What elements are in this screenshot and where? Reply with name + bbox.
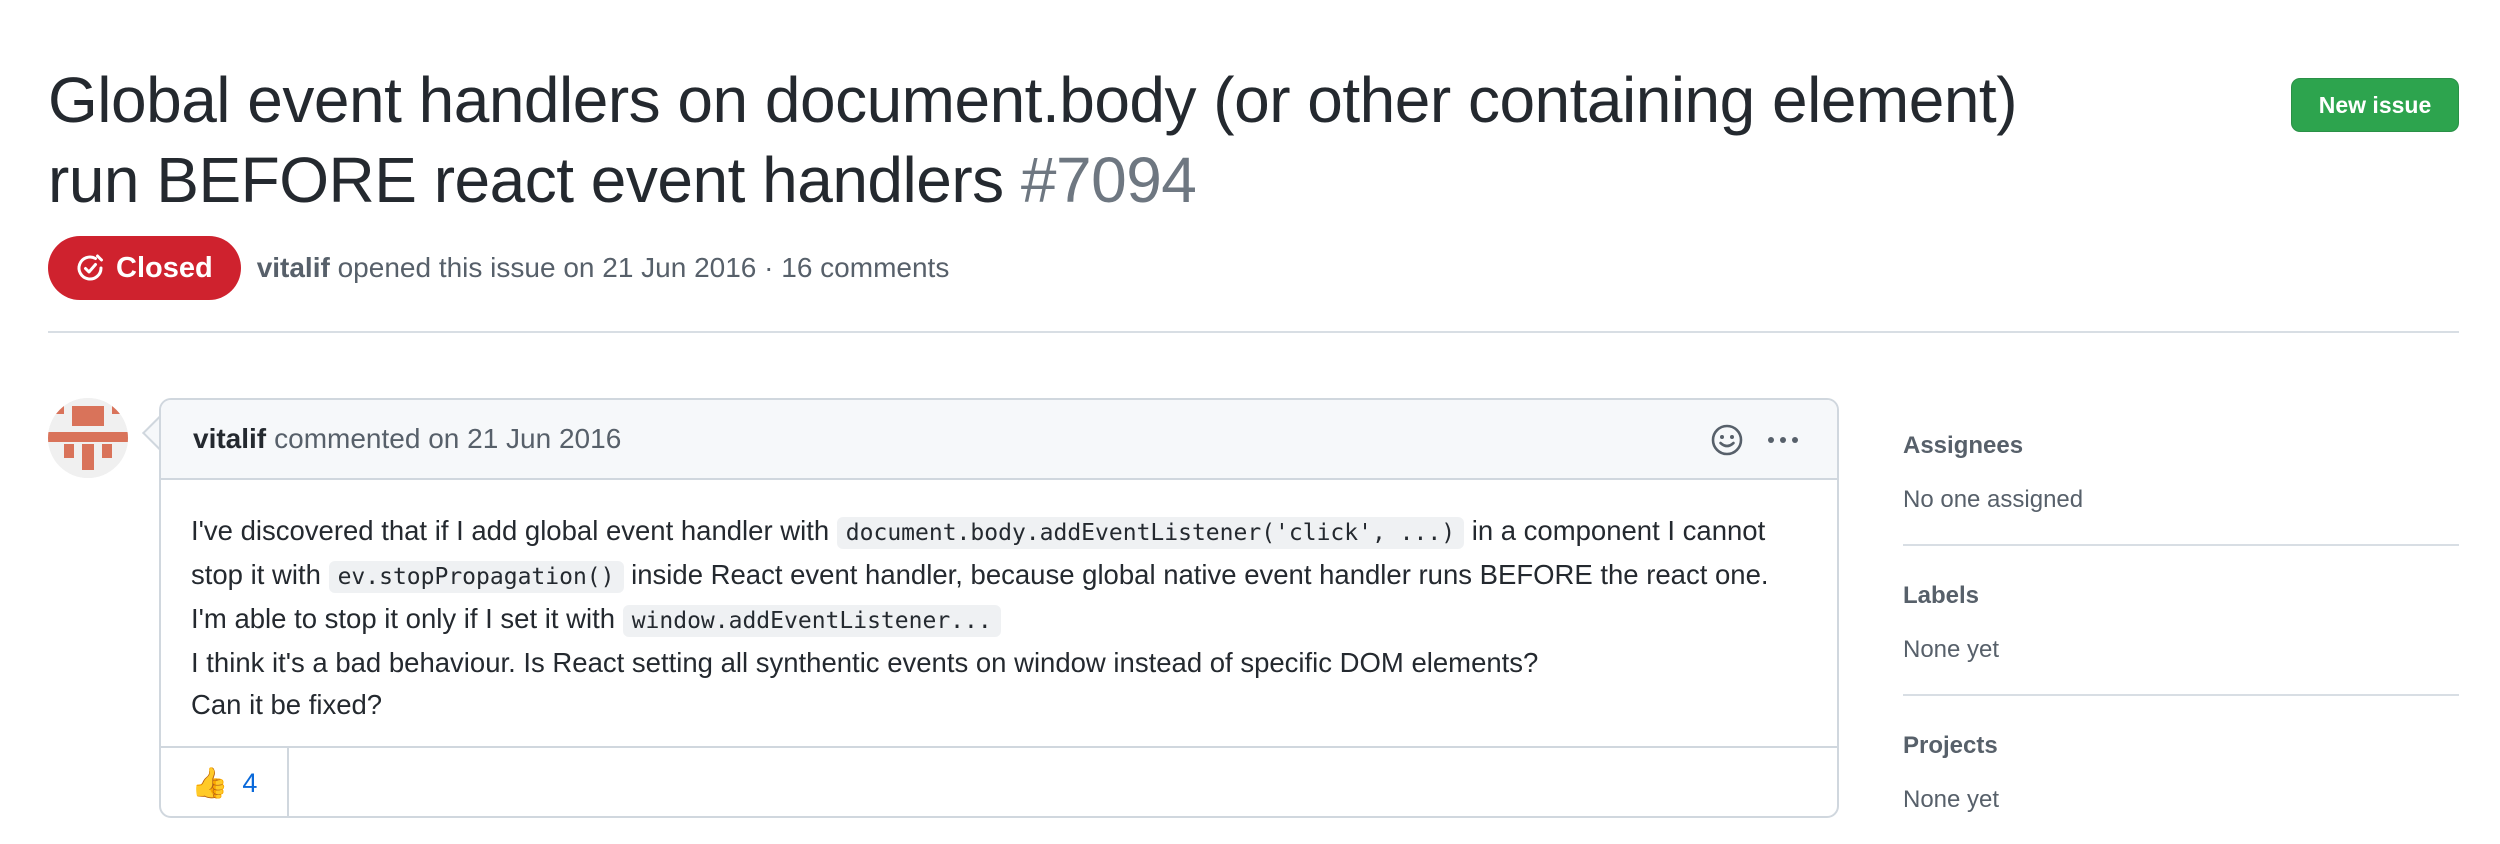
thumbs-up-emoji: 👍: [191, 766, 229, 800]
issue-opened-text: opened this issue on 21 Jun 2016 · 16 co…: [337, 252, 950, 283]
reaction-thumbs-up[interactable]: 👍 4: [161, 748, 289, 818]
reaction-count: 4: [242, 767, 258, 798]
issue-closed-icon: [77, 254, 103, 281]
comment-body: I've discovered that if I add global eve…: [161, 480, 1837, 726]
sidebar-section-assignees: Assignees No one assigned: [1903, 398, 2459, 546]
comment: vitalif commented on 21 Jun 2016 I've di…: [159, 398, 1839, 818]
issue-sidebar: Assignees No one assigned Labels None ye…: [1903, 398, 2459, 844]
comment-header: vitalif commented on 21 Jun 2016: [161, 400, 1837, 480]
sidebar-value-projects: None yet: [1903, 786, 2000, 813]
comment-paragraph: I've discovered that if I add global eve…: [191, 510, 1807, 642]
issue-number: #7094: [1020, 144, 1197, 216]
sidebar-value-assignees: No one assigned: [1903, 486, 2084, 513]
issue-title-block: Global event handlers on document.body (…: [48, 60, 2108, 220]
sidebar-heading-labels[interactable]: Labels: [1903, 582, 2459, 610]
kebab-menu-icon[interactable]: [1765, 422, 1801, 458]
status-badge: Closed: [48, 236, 241, 300]
comment-text: I've discovered that if I add global eve…: [191, 515, 837, 546]
header-divider: [48, 331, 2459, 333]
reaction-bar: 👍 4: [161, 746, 1837, 818]
status-badge-label: Closed: [116, 251, 213, 284]
comment-paragraph: I think it's a bad behaviour. Is React s…: [191, 647, 1539, 678]
sidebar-section-labels: Labels None yet: [1903, 546, 2459, 696]
sidebar-heading-projects[interactable]: Projects: [1903, 732, 2459, 760]
issue-title: Global event handlers on document.body (…: [48, 60, 2108, 220]
avatar[interactable]: [48, 398, 128, 478]
comment-author-link[interactable]: vitalif: [193, 423, 266, 455]
inline-code: document.body.addEventListener('click', …: [836, 517, 1465, 549]
inline-code: ev.stopPropagation(): [328, 561, 624, 593]
new-issue-button[interactable]: New issue: [2291, 78, 2459, 132]
issue-author-link[interactable]: vitalif: [257, 252, 330, 283]
identicon-avatar: [48, 398, 128, 478]
sidebar-value-labels: None yet: [1903, 636, 2000, 663]
inline-code: window.addEventListener...: [622, 605, 1001, 637]
issue-meta: Closed vitalif opened this issue on 21 J…: [48, 236, 949, 300]
comment-timestamp[interactable]: commented on 21 Jun 2016: [274, 423, 621, 455]
sidebar-heading-assignees[interactable]: Assignees: [1903, 432, 2459, 460]
comment-paragraph: Can it be fixed?: [191, 689, 383, 720]
issue-meta-text: vitalif opened this issue on 21 Jun 2016…: [257, 252, 950, 284]
smiley-icon[interactable]: [1709, 422, 1745, 458]
